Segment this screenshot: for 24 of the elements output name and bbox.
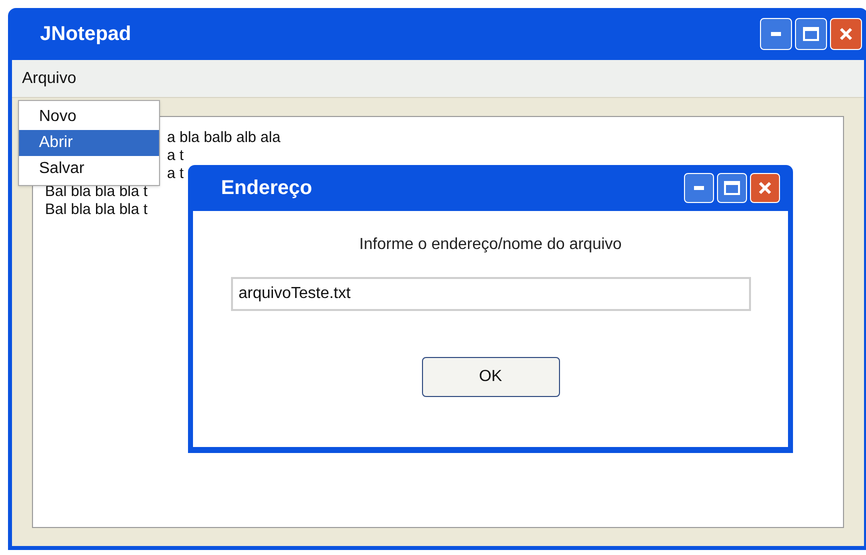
- close-icon: [838, 26, 854, 42]
- dialog-title: Endereço: [221, 176, 312, 201]
- maximize-button[interactable]: [717, 173, 747, 203]
- menu-title[interactable]: Arquivo: [22, 66, 76, 90]
- close-button[interactable]: [750, 173, 780, 203]
- editor-text-line: a bla balb alb ala: [167, 129, 280, 146]
- dialog-prompt: Informe o endereço/nome do arquivo: [359, 235, 622, 255]
- close-button[interactable]: [830, 18, 862, 50]
- minimize-button[interactable]: [760, 18, 792, 50]
- window-title: JNotepad: [40, 22, 132, 47]
- close-icon: [757, 180, 773, 196]
- editor-text-line: a t: [167, 147, 184, 164]
- maximize-button[interactable]: [795, 18, 827, 50]
- minimize-icon: [771, 32, 781, 36]
- menu-item[interactable]: Abrir: [19, 130, 159, 156]
- editor-text-line: Bal bla bla bla t: [45, 183, 148, 200]
- minimize-icon: [694, 186, 704, 190]
- editor-text-line: Bal bla bla bla t: [45, 201, 148, 218]
- maximize-icon: [803, 27, 819, 41]
- ok-button[interactable]: OK: [422, 357, 560, 397]
- maximize-icon: [724, 181, 740, 195]
- minimize-button[interactable]: [684, 173, 714, 203]
- filename-field[interactable]: arquivoTeste.txt: [230, 277, 750, 311]
- editor-text-line: a t: [167, 165, 184, 182]
